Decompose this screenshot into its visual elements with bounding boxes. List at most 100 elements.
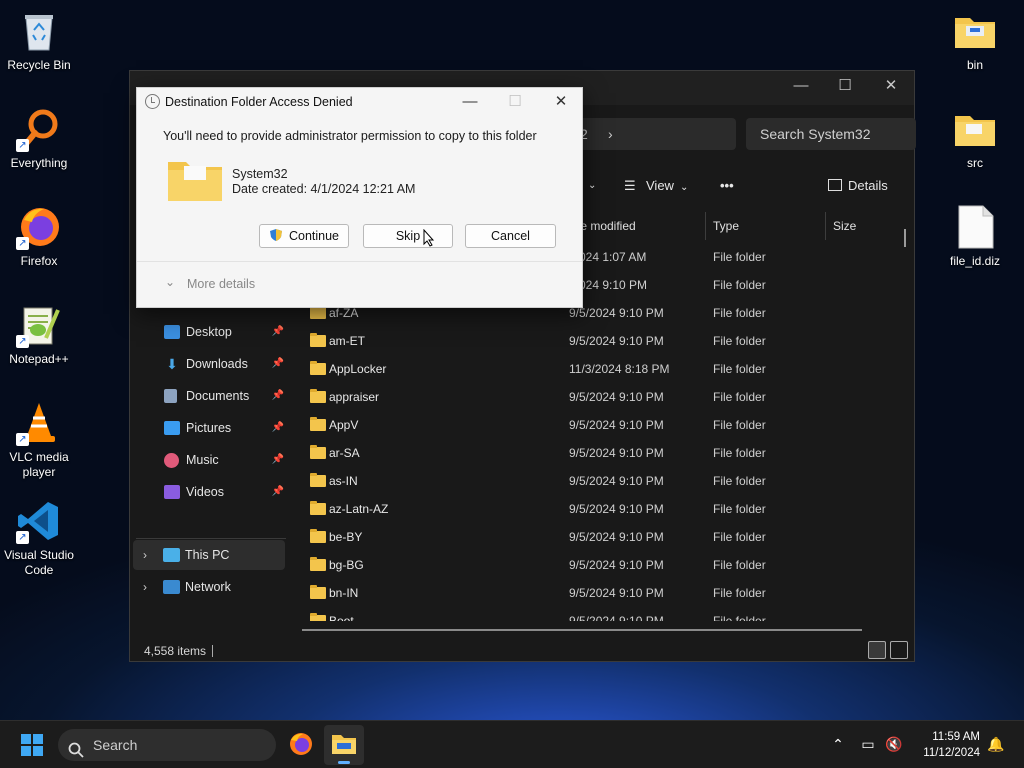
taskbar-firefox[interactable] bbox=[288, 731, 314, 757]
nav-item-pictures[interactable]: Pictures 📌 bbox=[136, 412, 286, 444]
chevron-right-icon[interactable]: › bbox=[143, 540, 147, 570]
folder-icon bbox=[310, 613, 326, 621]
see-more-button[interactable]: ••• bbox=[720, 175, 734, 197]
clock-time: 11:59 AM bbox=[932, 731, 980, 743]
nav-item-network[interactable]: › Network bbox=[133, 572, 285, 602]
firefox-icon bbox=[290, 733, 312, 755]
system-clock[interactable]: 11:59 AM 11/12/2024 bbox=[923, 729, 980, 761]
column-header-size[interactable]: Size bbox=[827, 212, 907, 240]
shortcut-arrow-icon: ↗ bbox=[16, 237, 29, 250]
vertical-scrollbar[interactable] bbox=[904, 229, 906, 247]
chevron-right-icon[interactable]: › bbox=[143, 572, 147, 602]
desktop-icon-vlc[interactable]: ↗ VLC media player bbox=[0, 400, 78, 480]
view-menu-button[interactable]: ☰ View ⌄ bbox=[624, 175, 688, 199]
taskbar-file-explorer[interactable] bbox=[324, 725, 364, 765]
continue-button[interactable]: Continue bbox=[259, 224, 349, 248]
nav-item-music[interactable]: Music 📌 bbox=[136, 444, 286, 476]
folder-icon bbox=[310, 361, 326, 375]
table-row[interactable]: as-IN 9/5/2024 9:10 PM File folder bbox=[302, 467, 902, 495]
nav-item-this-pc[interactable]: › This PC bbox=[133, 540, 285, 570]
desktop-icon-src[interactable]: src bbox=[936, 106, 1014, 171]
address-bar[interactable]: 2 › bbox=[560, 118, 736, 150]
table-row[interactable]: ar-SA 9/5/2024 9:10 PM File folder bbox=[302, 439, 902, 467]
desktop-icon-label: VLC media player bbox=[9, 450, 69, 479]
mouse-cursor-icon bbox=[423, 228, 435, 247]
access-denied-dialog[interactable]: Destination Folder Access Denied — ☐ ✕ Y… bbox=[136, 87, 583, 308]
clock-icon bbox=[145, 94, 160, 109]
folder-icon bbox=[310, 389, 326, 403]
desktop-icon-vscode[interactable]: ↗ Visual Studio Code bbox=[0, 498, 78, 578]
volume-muted-icon[interactable]: 🔇 bbox=[884, 735, 904, 753]
taskbar-search-box[interactable]: Search bbox=[58, 729, 276, 761]
horizontal-scrollbar[interactable] bbox=[302, 629, 862, 631]
dialog-footer: ⌄ More details bbox=[137, 261, 582, 307]
column-divider[interactable] bbox=[705, 212, 706, 240]
tiles-view-toggle[interactable] bbox=[890, 641, 908, 659]
desktop-icon-file-id-diz[interactable]: file_id.diz bbox=[936, 204, 1014, 269]
start-button[interactable] bbox=[20, 733, 44, 757]
pin-icon: 📌 bbox=[271, 390, 284, 401]
folder-icon bbox=[310, 585, 326, 599]
chevron-right-icon[interactable]: › bbox=[608, 118, 613, 150]
dialog-close-button[interactable]: ✕ bbox=[538, 88, 584, 116]
folder-icon bbox=[952, 8, 998, 54]
folder-icon bbox=[310, 417, 326, 431]
folder-icon bbox=[310, 445, 326, 459]
navigation-pane-quick-access: Desktop 📌 ⬇ Downloads 📌 Documents 📌 Pictures… bbox=[136, 316, 286, 508]
chevron-down-icon[interactable]: ⌄ bbox=[165, 275, 175, 289]
column-header-date-modified[interactable]: te modified bbox=[571, 212, 705, 240]
search-input[interactable]: Search System32 bbox=[760, 126, 871, 142]
search-box[interactable]: Search System32 bbox=[746, 118, 916, 150]
desktop-icon-notepad-plus-plus[interactable]: ↗ Notepad++ bbox=[0, 302, 78, 367]
nav-item-desktop[interactable]: Desktop 📌 bbox=[136, 316, 286, 348]
dialog-minimize-button[interactable]: — bbox=[447, 88, 493, 116]
skip-button[interactable]: Skip bbox=[363, 224, 453, 248]
pin-icon: 📌 bbox=[271, 326, 284, 337]
notification-bell-icon[interactable]: 🔔 bbox=[986, 735, 1006, 753]
nav-item-documents[interactable]: Documents 📌 bbox=[136, 380, 286, 412]
folder-icon bbox=[167, 158, 223, 202]
network-status-icon[interactable]: ▭ bbox=[858, 735, 878, 753]
chevron-down-icon[interactable]: ⌄ bbox=[588, 175, 596, 197]
table-row[interactable]: be-BY 9/5/2024 9:10 PM File folder bbox=[302, 523, 902, 551]
table-row[interactable]: AppV 9/5/2024 9:10 PM File folder bbox=[302, 411, 902, 439]
table-row[interactable]: Boot 9/5/2024 9:10 PM File folder bbox=[302, 607, 902, 621]
table-row[interactable]: bg-BG 9/5/2024 9:10 PM File folder bbox=[302, 551, 902, 579]
computer-icon bbox=[163, 548, 180, 562]
desktop-icon-everything[interactable]: ↗ Everything bbox=[0, 106, 78, 171]
desktop-icon-label: Recycle Bin bbox=[7, 58, 71, 72]
file-icon bbox=[952, 204, 998, 250]
folder-icon bbox=[310, 473, 326, 487]
table-row[interactable]: AppLocker 11/3/2024 8:18 PM File folder bbox=[302, 355, 902, 383]
column-header-type[interactable]: Type bbox=[707, 212, 825, 240]
minimize-button[interactable]: — bbox=[778, 71, 824, 101]
table-row[interactable]: am-ET 9/5/2024 9:10 PM File folder bbox=[302, 327, 902, 355]
chevron-up-icon[interactable]: ⌃ bbox=[828, 735, 848, 753]
folder-icon bbox=[310, 501, 326, 515]
details-pane-icon bbox=[828, 179, 842, 191]
dialog-title: Destination Folder Access Denied bbox=[165, 95, 353, 109]
nav-divider bbox=[136, 538, 286, 539]
desktop-icon-firefox[interactable]: ↗ Firefox bbox=[0, 204, 78, 269]
details-view-toggle[interactable] bbox=[868, 641, 886, 659]
desktop-icon-recycle-bin[interactable]: Recycle Bin bbox=[0, 8, 78, 73]
status-divider bbox=[212, 645, 213, 657]
maximize-button[interactable]: ☐ bbox=[822, 71, 868, 101]
document-icon bbox=[164, 389, 177, 403]
desktop-icon-bin[interactable]: bin bbox=[936, 8, 1014, 73]
admin-shield-icon bbox=[269, 227, 283, 241]
table-row[interactable]: az-Latn-AZ 9/5/2024 9:10 PM File folder bbox=[302, 495, 902, 523]
cancel-button[interactable]: Cancel bbox=[465, 224, 556, 248]
folder-icon bbox=[310, 529, 326, 543]
desktop-icon-label: Notepad++ bbox=[9, 352, 69, 366]
details-pane-button[interactable]: Details bbox=[828, 175, 888, 197]
folder-icon bbox=[952, 106, 998, 152]
table-row[interactable]: bn-IN 9/5/2024 9:10 PM File folder bbox=[302, 579, 902, 607]
close-button[interactable]: ✕ bbox=[868, 71, 914, 101]
column-divider[interactable] bbox=[825, 212, 826, 240]
nav-item-downloads[interactable]: ⬇ Downloads 📌 bbox=[136, 348, 286, 380]
nav-item-videos[interactable]: Videos 📌 bbox=[136, 476, 286, 508]
more-details-toggle[interactable]: More details bbox=[187, 277, 255, 291]
table-row[interactable]: appraiser 9/5/2024 9:10 PM File folder bbox=[302, 383, 902, 411]
desktop-icon-label: Everything bbox=[10, 156, 68, 170]
